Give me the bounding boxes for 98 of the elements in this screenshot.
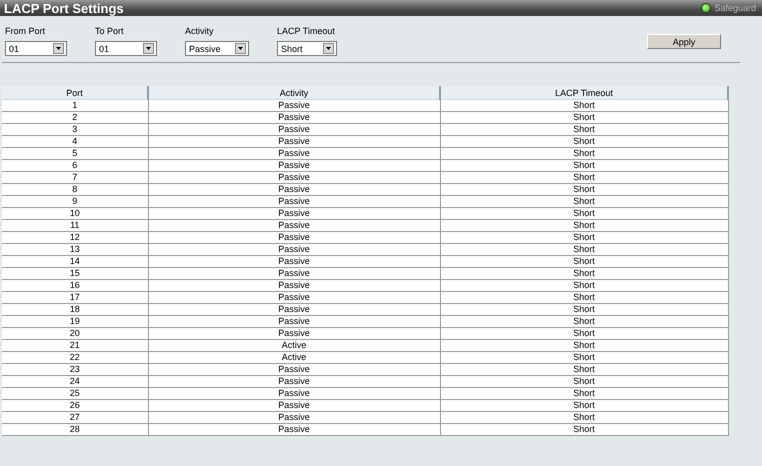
table-cell: Short [440,160,728,172]
table-cell: 1 [2,100,148,112]
dropdown-field[interactable]: Passive [185,41,249,56]
dropdown-field[interactable]: 01 [5,41,67,56]
table-cell: Short [440,268,728,280]
table-cell: 19 [2,316,148,328]
table-cell: Short [440,184,728,196]
table-cell: Passive [148,184,440,196]
table-cell: Short [440,340,728,352]
table-cell: 25 [2,388,148,400]
table-cell: 27 [2,412,148,424]
table-cell: Short [440,220,728,232]
table-cell: Short [440,148,728,160]
table-cell: Passive [148,424,440,436]
table-cell: Short [440,100,728,112]
table-cell: Short [440,424,728,436]
table-cell: Passive [148,196,440,208]
table-cell: 6 [2,160,148,172]
table-cell: Passive [148,292,440,304]
table-cell: 2 [2,112,148,124]
table-cell: 3 [2,124,148,136]
table-cell: Short [440,208,728,220]
table-cell: Passive [148,136,440,148]
table-cell: 15 [2,268,148,280]
table-cell: Passive [148,280,440,292]
table-cell: Passive [148,148,440,160]
table-cell: 26 [2,400,148,412]
field-label: LACP Timeout [277,26,336,36]
table-cell: Passive [148,328,440,340]
table-cell: Short [440,124,728,136]
field-label: From Port [5,26,46,36]
table-cell: Short [440,280,728,292]
table-cell: Passive [148,232,440,244]
column-header: LACP Timeout [440,86,728,100]
table-cell: 9 [2,196,148,208]
table-cell: Passive [148,208,440,220]
table-cell: Active [148,352,440,364]
table-cell: Passive [148,244,440,256]
table-cell: Passive [148,124,440,136]
table-cell: 10 [2,208,148,220]
table-cell: Passive [148,268,440,280]
table-cell: Passive [148,316,440,328]
table-cell: Short [440,112,728,124]
table-cell: Short [440,376,728,388]
table-cell: Passive [148,400,440,412]
table-cell: Short [440,256,728,268]
table-cell: Short [440,412,728,424]
table-cell: Passive [148,220,440,232]
window-title: LACP Port Settings [4,0,124,16]
table-cell: 20 [2,328,148,340]
table-cell: 24 [2,376,148,388]
table-cell: 7 [2,172,148,184]
table-cell: 12 [2,232,148,244]
table-cell: Passive [148,376,440,388]
table-cell: 23 [2,364,148,376]
table-cell: Short [440,304,728,316]
table-cell: 22 [2,352,148,364]
table-cell: Short [440,316,728,328]
table-cell: Short [440,244,728,256]
table-cell: Short [440,364,728,376]
status-label: Safeguard [714,3,756,13]
table-cell: Passive [148,112,440,124]
table-cell: Short [440,292,728,304]
table-cell: Passive [148,388,440,400]
table-cell: Active [148,340,440,352]
table-cell: Short [440,328,728,340]
table-cell: 16 [2,280,148,292]
column-header: Port [2,86,148,100]
table-cell: Passive [148,160,440,172]
table-cell: Passive [148,256,440,268]
table-cell: 18 [2,304,148,316]
apply-button[interactable]: Apply [647,34,721,49]
table-cell: Passive [148,412,440,424]
table-cell: 5 [2,148,148,160]
dropdown-field[interactable]: Short [277,41,337,56]
field-label: Activity [185,26,215,36]
table-cell: Passive [148,364,440,376]
table-cell: Short [440,136,728,148]
table-cell: 11 [2,220,148,232]
table-cell: Passive [148,172,440,184]
table-cell: 13 [2,244,148,256]
table-cell: 21 [2,340,148,352]
table-cell: Short [440,172,728,184]
column-header: Activity [148,86,440,100]
table-cell: Short [440,352,728,364]
table-cell: Short [440,388,728,400]
table-cell: Passive [148,100,440,112]
table-cell: 8 [2,184,148,196]
table-cell: 17 [2,292,148,304]
table-cell: 14 [2,256,148,268]
table-cell: Short [440,196,728,208]
table-cell: 4 [2,136,148,148]
table-cell: Short [440,232,728,244]
field-label: To Port [95,26,125,36]
dropdown-field[interactable]: 01 [95,41,157,56]
table-cell: 28 [2,424,148,436]
table-cell: Passive [148,304,440,316]
table-cell: Short [440,400,728,412]
